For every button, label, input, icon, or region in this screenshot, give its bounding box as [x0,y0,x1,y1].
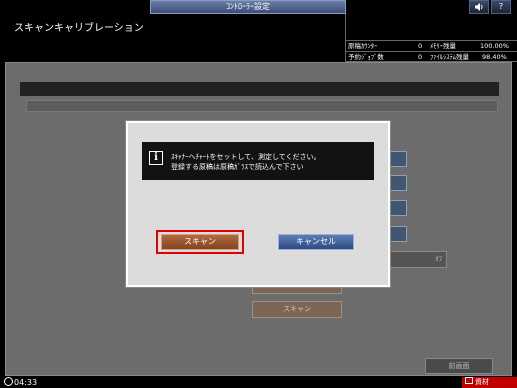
memory-value: 100.00% [480,42,509,50]
clock-icon [4,377,13,386]
supplies-label: 資材 [475,378,489,386]
info-icon: i [149,151,163,165]
reserved-jobs-label: 予約ｼﾞｮﾌﾞ数 [348,53,384,61]
previous-screen-button[interactable]: 前画面 [425,358,493,374]
off-button[interactable]: ｵﾌ [380,251,447,268]
clock-time: 04:33 [14,378,38,387]
panel-subheader [26,100,498,112]
memory-label: ﾒﾓﾘｰ残量 [430,42,456,50]
cancel-button[interactable]: キャンセル [278,234,354,250]
original-count-value: 0 [418,42,423,50]
bg-option-button-1[interactable] [390,151,407,167]
bg-option-button-3[interactable] [390,200,407,216]
filesystem-value: 98.40% [482,53,507,61]
panel-header-bar [20,82,499,96]
clock: 04:33 [4,377,37,388]
help-button[interactable]: ? [491,0,511,14]
volume-button[interactable] [469,0,489,14]
bg-option-button-2[interactable] [390,175,407,191]
supplies-icon [465,377,473,384]
dialog-message-line-1: ｽｷｬﾅｰへﾁｬｰﾄをセットして、測定してください。 [171,153,321,161]
original-count-label: 原稿ｶｳﾝﾀｰ [348,42,378,50]
background-scan-button[interactable]: スキャン [252,301,342,318]
dialog-message: ｽｷｬﾅｰへﾁｬｰﾄをセットして、測定してください。 登録する原稿は原稿ｶﾞﾗｽ… [171,152,321,172]
filesystem-label: ﾌｧｲﾙｼｽﾃﾑ残量 [430,53,469,61]
bg-option-button-4[interactable] [390,226,407,242]
speaker-icon [475,3,483,11]
controller-settings-tab[interactable]: ｺﾝﾄﾛｰﾗｰ設定 [150,0,346,14]
reserved-jobs-value: 0 [418,53,423,61]
status-row-2: 予約ｼﾞｮﾌﾞ数 0 ﾌｧｲﾙｼｽﾃﾑ残量 98.40% [346,51,517,62]
supplies-button[interactable]: 資材 [462,377,517,388]
dialog-message-line-2: 登録する原稿は原稿ｶﾞﾗｽで読込んで下さい [171,163,304,171]
screen-title: スキャンキャリブレーション [14,23,144,34]
status-row-1: 原稿ｶｳﾝﾀｰ 0 ﾒﾓﾘｰ残量 100.00% [346,40,517,51]
scan-button[interactable]: スキャン [161,234,239,250]
